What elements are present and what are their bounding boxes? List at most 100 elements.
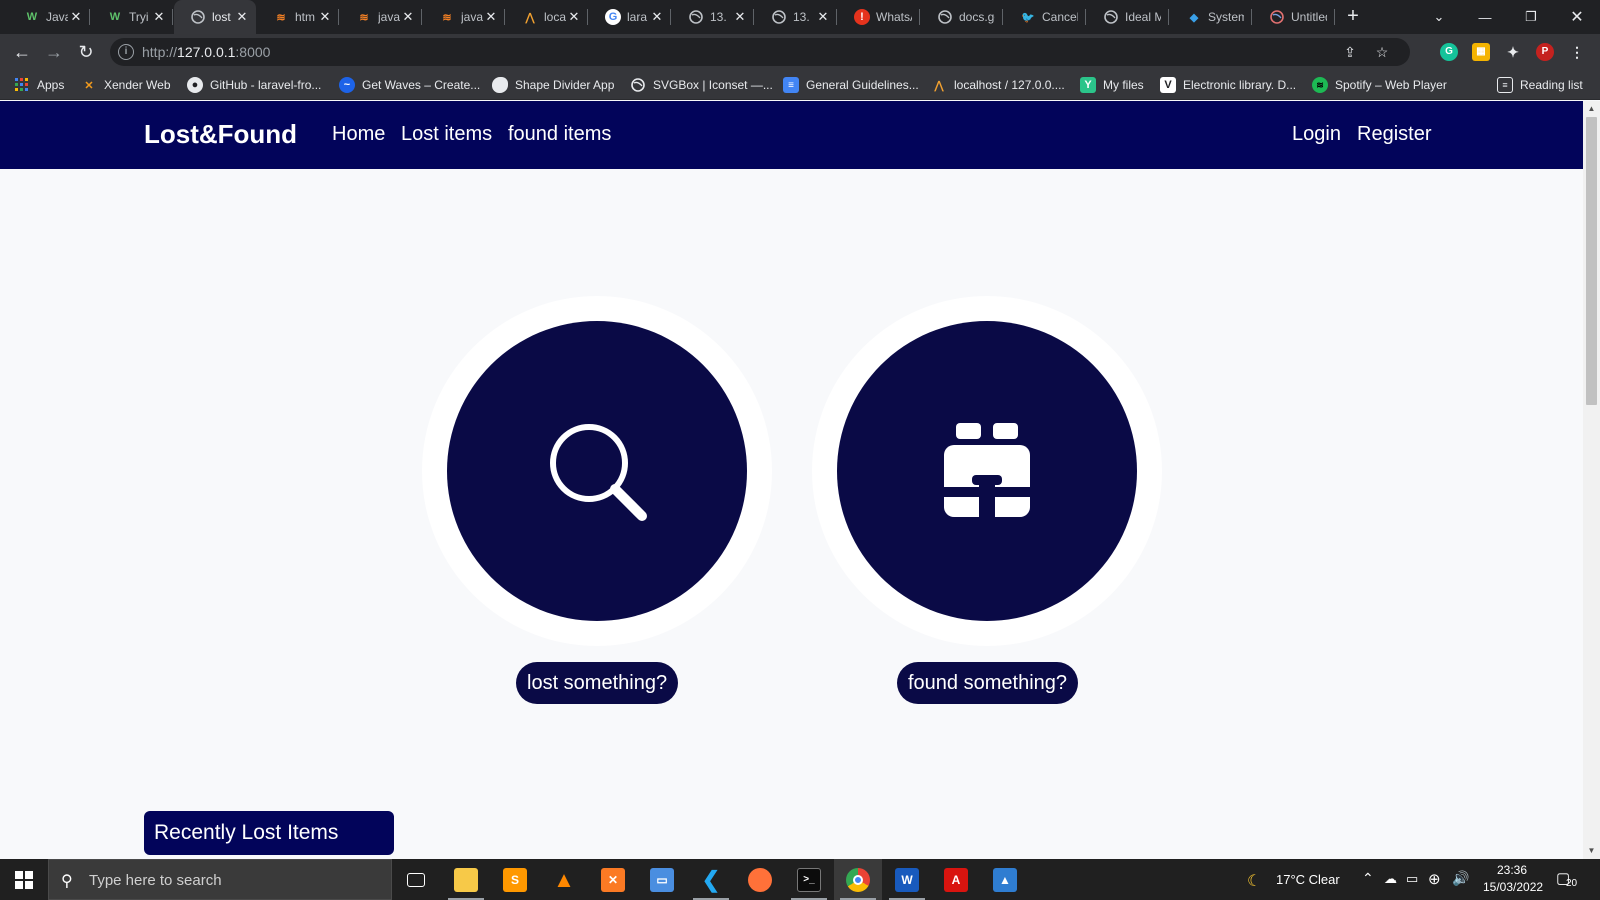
bookmark-svgbox[interactable]: SVGBox | Iconset —... (630, 70, 773, 100)
browser-tab[interactable]: ≋ htm ✕ (257, 0, 339, 34)
browser-tab[interactable]: W Tryi ✕ (91, 0, 173, 34)
browser-tab[interactable]: Ideal M (1087, 0, 1169, 34)
tab-separator (919, 9, 920, 25)
tab-separator (504, 9, 505, 25)
browser-tab[interactable]: Untitled (1253, 0, 1335, 34)
close-icon[interactable]: ✕ (732, 9, 748, 25)
browser-tab[interactable]: W Java ✕ (8, 0, 90, 34)
minimize-icon[interactable]: — (1462, 0, 1508, 34)
taskbar-app-window[interactable]: ▭ (638, 859, 686, 900)
share-icon[interactable]: ⇪ (1342, 44, 1358, 60)
taskbar-vlc[interactable]: ▲ (540, 859, 588, 900)
close-icon[interactable]: ✕ (483, 9, 499, 25)
address-bar[interactable]: i http://127.0.0.1:8000 ⇪ ☆ (110, 38, 1410, 66)
browser-tab[interactable]: ⋀ loca ✕ (506, 0, 588, 34)
network-globe-icon[interactable]: ⊕ (1428, 870, 1441, 888)
nav-link-found-items[interactable]: found items (508, 123, 611, 146)
close-window-icon[interactable]: ✕ (1554, 0, 1600, 34)
bookmark-get-waves[interactable]: ~ Get Waves – Create... (339, 70, 480, 100)
nav-link-home[interactable]: Home (332, 123, 385, 146)
taskbar-photos[interactable]: ▲ (981, 859, 1029, 900)
taskbar-file-explorer[interactable] (442, 859, 490, 900)
menu-icon[interactable]: ⋮ (1568, 43, 1586, 61)
battery-icon[interactable]: ▭ (1406, 871, 1418, 887)
close-icon[interactable]: ✕ (649, 9, 665, 25)
nav-link-login[interactable]: Login (1292, 123, 1341, 146)
nav-link-lost-items[interactable]: Lost items (401, 123, 492, 146)
taskbar-chrome[interactable] (834, 859, 882, 900)
close-icon[interactable]: ✕ (317, 9, 333, 25)
vlc-cone-icon: ▲ (553, 866, 575, 892)
lost-card[interactable] (422, 296, 772, 646)
bookmark-label: Shape Divider App (515, 78, 615, 92)
nav-link-register[interactable]: Register (1357, 123, 1431, 146)
browser-tab[interactable]: G lara ✕ (589, 0, 671, 34)
bookmark-electronic-library[interactable]: V Electronic library. D... (1160, 70, 1296, 100)
taskbar-acrobat[interactable]: A (932, 859, 980, 900)
bookmark-star-icon[interactable]: ☆ (1374, 44, 1390, 60)
browser-tab[interactable]: ◆ System (1170, 0, 1252, 34)
site-info-icon[interactable]: i (118, 44, 134, 60)
taskbar-word[interactable]: W (883, 859, 931, 900)
tab-separator (587, 9, 588, 25)
bookmark-spotify[interactable]: ≋ Spotify – Web Player (1312, 70, 1447, 100)
found-circle[interactable] (837, 321, 1137, 621)
forward-icon[interactable]: → (42, 40, 66, 64)
scroll-up-icon[interactable]: ▲ (1583, 101, 1600, 117)
browser-tab[interactable]: 🐦 Cancelo (1004, 0, 1086, 34)
browser-tab-active[interactable]: lost ✕ (174, 0, 256, 34)
taskbar-xampp[interactable]: ✕ (589, 859, 637, 900)
extension-icon[interactable]: ▦ (1472, 43, 1490, 61)
found-something-button[interactable]: found something? (897, 662, 1079, 704)
bookmark-my-files[interactable]: Y My files (1080, 70, 1144, 100)
weather-text[interactable]: 17°C Clear (1276, 872, 1340, 887)
profile-avatar[interactable]: P (1536, 43, 1554, 61)
browser-tab[interactable]: ≋ java ✕ (423, 0, 505, 34)
close-icon[interactable]: ✕ (566, 9, 582, 25)
puzzle-icon[interactable]: ✦ (1504, 43, 1522, 61)
browser-tab[interactable]: ≋ java ✕ (340, 0, 422, 34)
site-brand[interactable]: Lost&Found (144, 119, 297, 150)
taskbar-sublime[interactable]: S (491, 859, 539, 900)
new-tab-button[interactable]: + (1342, 6, 1364, 28)
browser-tab[interactable]: docs.go (921, 0, 1003, 34)
task-view-button[interactable] (392, 859, 440, 900)
clock-date[interactable]: 15/03/2022 (1483, 880, 1543, 894)
close-icon[interactable]: ✕ (815, 9, 831, 25)
browser-tab[interactable]: ! WhatsA (838, 0, 920, 34)
bookmark-general-guidelines[interactable]: ≡ General Guidelines... (783, 70, 919, 100)
bookmark-apps[interactable]: Apps (14, 70, 64, 100)
show-hidden-icons-icon[interactable]: ⌃ (1362, 870, 1374, 887)
clock-time[interactable]: 23:36 (1497, 863, 1527, 877)
volume-icon[interactable]: 🔊 (1452, 870, 1469, 887)
taskbar-terminal[interactable]: >_ (785, 859, 833, 900)
browser-tab[interactable]: 13. ✕ (755, 0, 837, 34)
close-icon[interactable]: ✕ (68, 9, 84, 25)
close-icon[interactable]: ✕ (234, 9, 250, 25)
bookmark-shape-divider[interactable]: Shape Divider App (492, 70, 614, 100)
bookmark-github[interactable]: ● GitHub - laravel-fro... (187, 70, 321, 100)
tab-search-icon[interactable]: ⌄ (1416, 0, 1462, 34)
restore-icon[interactable]: ❐ (1508, 0, 1554, 34)
browser-tab[interactable]: 13. ✕ (672, 0, 754, 34)
lost-circle[interactable] (447, 321, 747, 621)
page-scrollbar[interactable]: ▲ ▼ (1583, 101, 1600, 859)
start-button[interactable] (0, 859, 48, 900)
found-card[interactable] (812, 296, 1162, 646)
close-icon[interactable]: ✕ (400, 9, 416, 25)
bookmark-xender[interactable]: ✕ Xender Web (81, 70, 170, 100)
scrollbar-thumb[interactable] (1586, 117, 1597, 405)
close-icon[interactable]: ✕ (151, 9, 167, 25)
onedrive-icon[interactable]: ☁ (1384, 871, 1397, 887)
scroll-down-icon[interactable]: ▼ (1583, 843, 1600, 859)
grammarly-icon[interactable]: G (1440, 43, 1458, 61)
reload-icon[interactable]: ↻ (74, 40, 98, 64)
back-icon[interactable]: ← (10, 40, 34, 64)
bookmark-localhost[interactable]: ⋀ localhost / 127.0.0.... (931, 70, 1064, 100)
taskbar-search[interactable]: ⚲ Type here to search (48, 859, 392, 900)
taskbar-firefox[interactable] (736, 859, 784, 900)
taskbar-vscode[interactable]: ❮ (687, 859, 735, 900)
reading-list-button[interactable]: ≡ Reading list (1497, 70, 1583, 100)
folder-icon (454, 867, 478, 892)
lost-something-button[interactable]: lost something? (516, 662, 679, 704)
